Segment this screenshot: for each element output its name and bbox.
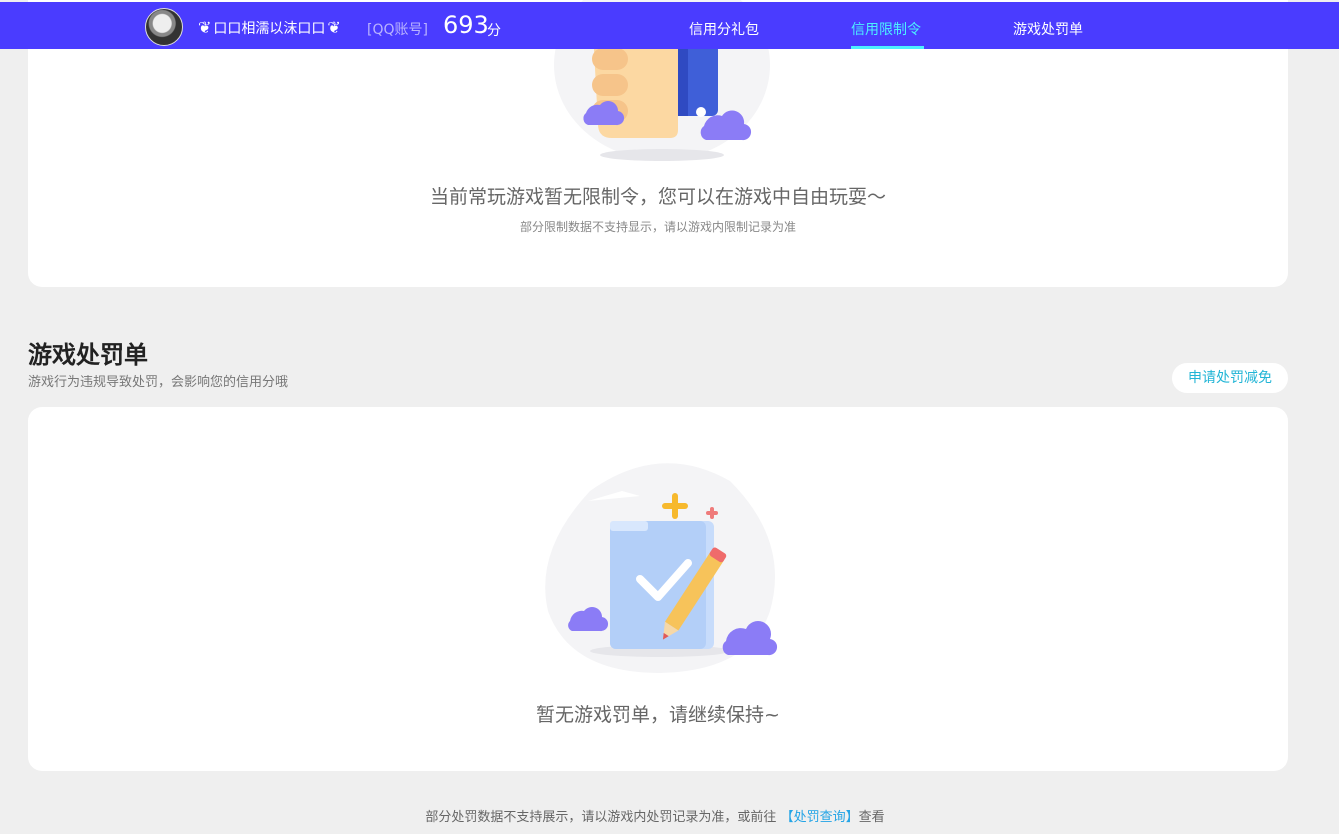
top-nav-bar: ❦ 口口相濡以沫口口 ❦ [QQ账号] 693 分 信用分礼包 信用限制令 游戏… bbox=[0, 2, 1339, 49]
nickname-block: ❦ 口口相濡以沫口口 ❦ bbox=[198, 14, 341, 42]
footer-note-suffix: 查看 bbox=[858, 810, 885, 825]
left-swirl-icon: ❦ bbox=[198, 18, 212, 37]
penalty-card: 暂无游戏罚单，请继续保持~ bbox=[28, 407, 1288, 771]
nav-tab-restriction-order[interactable]: 信用限制令 bbox=[851, 19, 921, 39]
penalty-section-subtitle: 游戏行为违规导致处罚，会影响您的信用分哦 bbox=[28, 375, 289, 390]
credit-score: 693 bbox=[443, 11, 489, 39]
penalty-empty-text: 暂无游戏罚单，请继续保持~ bbox=[536, 704, 780, 726]
nav-tab-credit-gift[interactable]: 信用分礼包 bbox=[689, 19, 759, 39]
document-check-illustration bbox=[545, 463, 778, 673]
nickname: 口口相濡以沫口口 bbox=[213, 21, 326, 37]
nav-tab-penalty-list[interactable]: 游戏处罚单 bbox=[1013, 19, 1083, 39]
restriction-note: 部分限制数据不支持显示，请以游戏内限制记录为准 bbox=[519, 220, 796, 234]
footer-note: 部分处罚数据不支持展示，请以游戏内处罚记录为准，或前往 【处罚查询】查看 bbox=[0, 806, 1310, 825]
right-swirl-icon: ❦ bbox=[327, 18, 341, 37]
avatar[interactable] bbox=[145, 8, 183, 46]
apply-penalty-reduction-button[interactable]: 申请处罚减免 bbox=[1172, 363, 1288, 393]
penalty-section-title: 游戏处罚单 bbox=[28, 341, 148, 369]
restriction-empty-text: 当前常玩游戏暂无限制令，您可以在游戏中自由玩耍～ bbox=[429, 186, 886, 208]
penalty-query-link[interactable]: 【处罚查询】 bbox=[781, 810, 859, 825]
nav-active-underline bbox=[851, 46, 924, 49]
footer-note-prefix: 部分处罚数据不支持展示，请以游戏内处罚记录为准，或前往 bbox=[425, 810, 777, 825]
account-tag: [QQ账号] bbox=[367, 22, 428, 38]
credit-score-unit: 分 bbox=[487, 23, 501, 39]
